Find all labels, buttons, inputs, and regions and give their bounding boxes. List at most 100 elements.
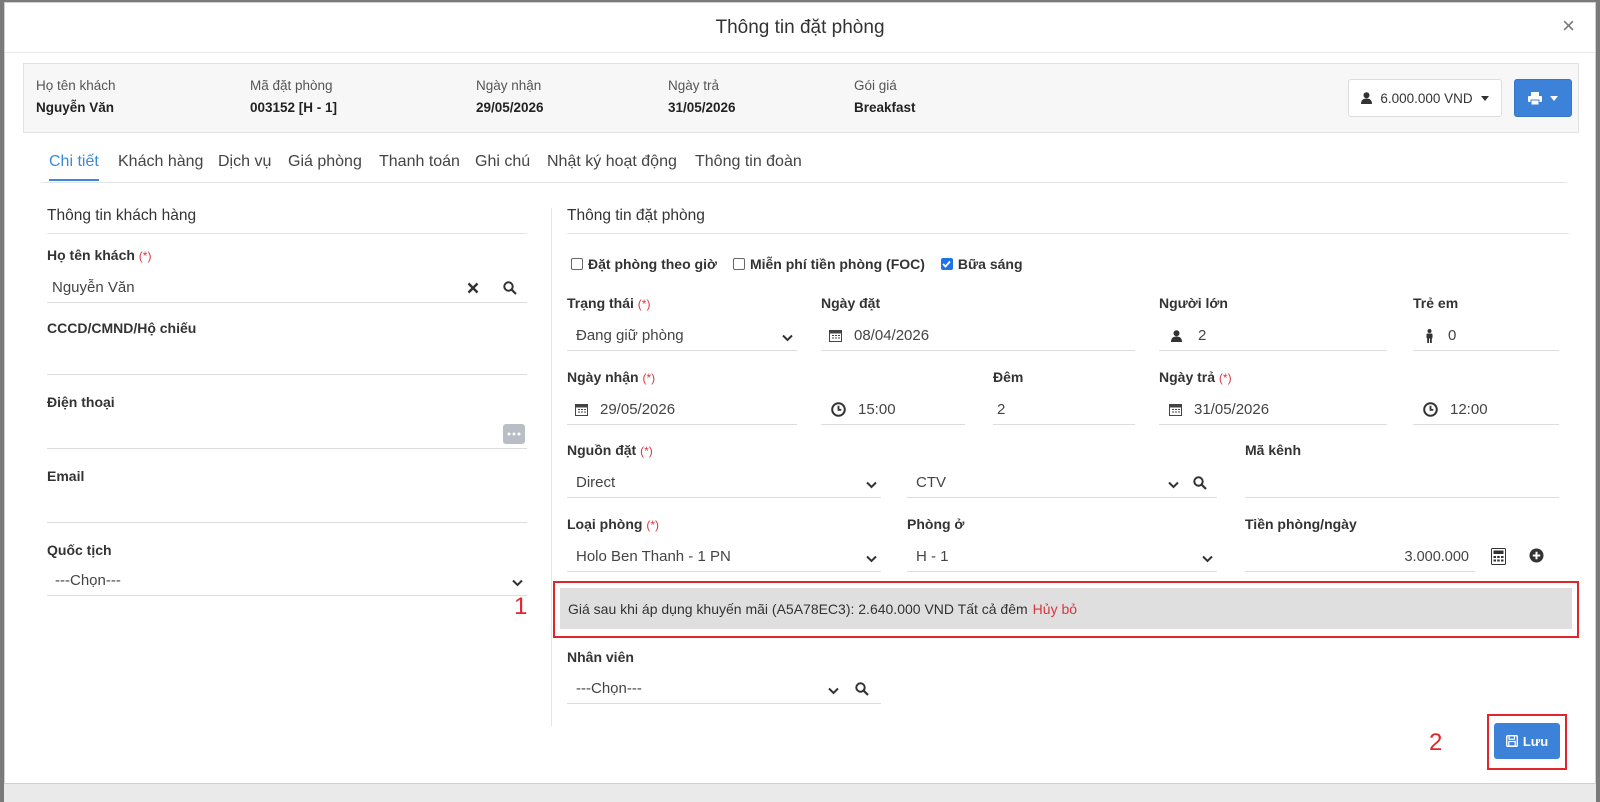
annotation-2: 2 [1429, 729, 1443, 756]
child-icon [1425, 328, 1434, 343]
checkbox-unchecked-icon [732, 258, 745, 270]
search-icon [855, 681, 869, 696]
nationality-select[interactable]: ---Chọn--- [47, 566, 527, 596]
foc-checkbox[interactable]: Miễn phí tiền phòng (FOC) [732, 256, 925, 272]
summary-checkout-label: Ngày trả [668, 78, 720, 93]
children-label: Trẻ em [1413, 295, 1459, 311]
sub-source-select[interactable]: CTV [907, 468, 1183, 498]
email-label: Email [47, 468, 85, 484]
calculator-icon[interactable] [1491, 548, 1506, 565]
nights-input[interactable]: 2 [993, 395, 1135, 425]
hourly-booking-checkbox[interactable]: Đặt phòng theo giờ [571, 256, 717, 272]
adults-input[interactable]: 2 [1159, 321, 1387, 351]
modal-header: Thông tin đặt phòng × [5, 3, 1595, 53]
phone-input[interactable] [47, 419, 527, 449]
source-search-button[interactable] [1183, 468, 1217, 498]
tab-customer[interactable]: Khách hàng [118, 153, 203, 171]
close-icon[interactable]: × [1562, 15, 1575, 37]
user-icon [1171, 329, 1182, 342]
tab-details[interactable]: Chi tiết [49, 153, 99, 181]
status-select[interactable]: Đang giữ phòng [567, 321, 797, 351]
checkout-date-label: Ngày trả (*) [1159, 369, 1232, 385]
daily-rate-input[interactable]: 3.000.000 [1245, 542, 1475, 572]
tab-room-rate[interactable]: Giá phòng [288, 153, 362, 171]
booking-tabs: Chi tiết Khách hàng Dịch vụ Giá phòng Th… [41, 145, 1567, 183]
summary-checkout: Ngày trả 31/05/2026 [668, 78, 736, 115]
checkin-date-input[interactable]: 29/05/2026 [567, 395, 797, 425]
summary-code-label: Mã đặt phòng [250, 78, 333, 93]
booking-section-title: Thông tin đặt phòng [567, 207, 1569, 234]
tab-group-info[interactable]: Thông tin đoàn [695, 153, 802, 171]
nights-label: Đêm [993, 369, 1024, 385]
clock-icon [831, 402, 846, 417]
room-type-label: Loại phòng (*) [567, 516, 659, 532]
chevron-down-icon [512, 574, 523, 591]
phone-label: Điện thoại [47, 394, 115, 410]
tab-notes[interactable]: Ghi chú [475, 153, 530, 171]
checkout-time-input[interactable]: 12:00 [1413, 395, 1559, 425]
channel-code-input[interactable] [1245, 468, 1559, 498]
room-select[interactable]: H - 1 [907, 542, 1217, 572]
chevron-down-icon [1202, 550, 1213, 567]
channel-code-label: Mã kênh [1245, 442, 1302, 458]
total-price-button[interactable]: 6.000.000 VND [1348, 79, 1502, 117]
source-select[interactable]: Direct [567, 468, 881, 498]
annotation-1: 1 [514, 593, 528, 620]
calendar-icon [829, 329, 842, 342]
save-button[interactable]: Lưu [1494, 723, 1560, 759]
print-icon [1528, 91, 1542, 105]
chevron-down-icon [1168, 476, 1179, 493]
source-label: Nguồn đặt (*) [567, 442, 653, 458]
save-label: Lưu [1522, 733, 1549, 749]
summary-code: Mã đặt phòng 003152 [H - 1] [250, 78, 337, 115]
summary-code-value: 003152 [H - 1] [250, 100, 338, 115]
booking-summary: Họ tên khách Nguyễn Văn Mã đặt phòng 003… [23, 63, 1579, 133]
summary-checkin: Ngày nhận 29/05/2026 [476, 78, 544, 115]
print-button[interactable] [1514, 79, 1572, 117]
checkin-time-input[interactable]: 15:00 [821, 395, 965, 425]
daily-rate-label: Tiền phòng/ngày [1245, 516, 1357, 532]
add-circle-icon[interactable] [1529, 548, 1544, 563]
user-icon [1361, 92, 1373, 104]
tab-activity-log[interactable]: Nhật ký hoạt động [547, 153, 677, 171]
search-icon[interactable] [503, 281, 517, 295]
staff-search-button[interactable] [843, 674, 881, 704]
booked-date-input[interactable]: 08/04/2026 [821, 321, 1135, 351]
room-type-select[interactable]: Holo Ben Thanh - 1 PN [567, 542, 881, 572]
id-number-label: CCCD/CMND/Hộ chiếu [47, 320, 197, 336]
summary-checkin-value: 29/05/2026 [476, 100, 544, 115]
room-label: Phòng ở [907, 516, 965, 532]
floppy-disk-icon [1505, 735, 1518, 747]
tab-payment[interactable]: Thanh toán [379, 153, 460, 171]
caret-down-icon [1550, 95, 1558, 101]
tab-services[interactable]: Dịch vụ [218, 153, 271, 171]
breakfast-checkbox[interactable]: Bữa sáng [940, 256, 1023, 272]
more-options-icon[interactable] [503, 424, 525, 444]
caret-down-icon [1480, 95, 1489, 101]
summary-checkout-value: 31/05/2026 [668, 100, 736, 115]
calendar-icon [575, 403, 588, 416]
adults-label: Người lớn [1159, 295, 1228, 311]
customer-section-title: Thông tin khách hàng [47, 207, 527, 234]
summary-guest-value: Nguyễn Văn [36, 100, 115, 115]
checkbox-checked-icon [940, 258, 953, 270]
staff-select[interactable]: ---Chọn--- [567, 674, 843, 704]
promo-cancel-link[interactable]: Hủy bỏ [1033, 601, 1077, 617]
promo-banner: Giá sau khi áp dụng khuyến mãi (A5A78EC3… [560, 588, 1572, 629]
nationality-label: Quốc tịch [47, 542, 112, 558]
summary-checkin-label: Ngày nhận [476, 78, 542, 93]
checkin-date-label: Ngày nhận (*) [567, 369, 656, 385]
chevron-down-icon [866, 550, 877, 567]
children-input[interactable]: 0 [1413, 321, 1559, 351]
clear-icon[interactable] [467, 282, 479, 294]
checkbox-unchecked-icon [571, 258, 583, 270]
checkout-date-input[interactable]: 31/05/2026 [1159, 395, 1387, 425]
id-number-input[interactable] [47, 345, 527, 375]
chevron-down-icon [782, 329, 793, 346]
guest-name-input[interactable]: Nguyễn Văn [47, 273, 527, 303]
summary-plan-label: Gói giá [854, 78, 897, 93]
total-price-value: 6.000.000 VND [1380, 90, 1473, 106]
status-label: Trạng thái (*) [567, 295, 651, 311]
email-input[interactable] [47, 493, 527, 523]
promo-text: Giá sau khi áp dụng khuyến mãi (A5A78EC3… [568, 600, 1028, 617]
